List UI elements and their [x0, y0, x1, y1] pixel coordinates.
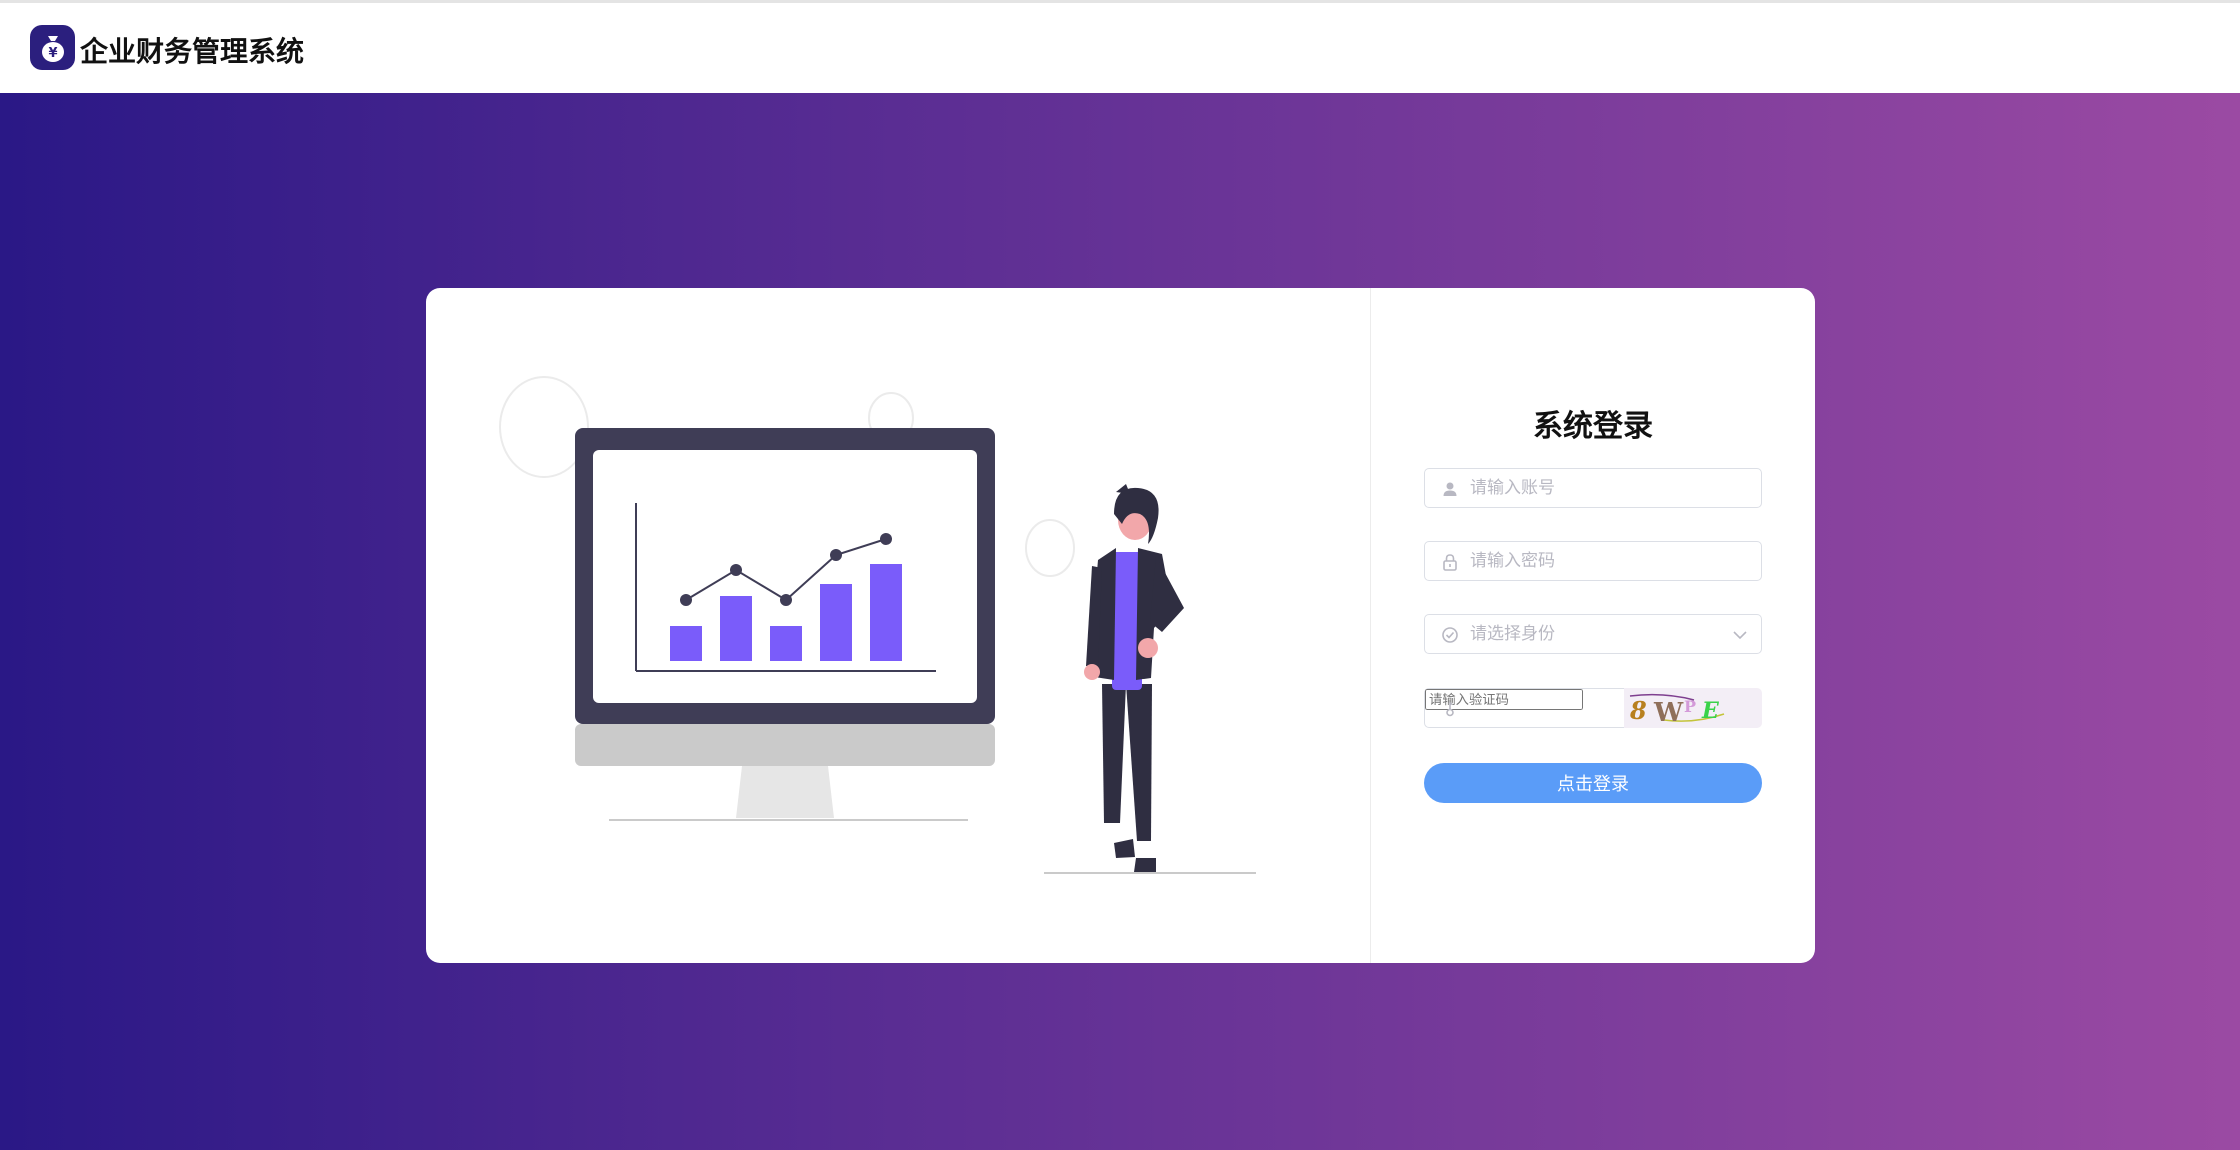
check-circle-icon — [1442, 627, 1458, 643]
illustration-point — [730, 564, 742, 576]
money-bag-icon: ¥ — [41, 35, 64, 62]
login-button[interactable]: 点击登录 — [1424, 763, 1762, 803]
illustration-point — [780, 594, 792, 606]
person-figure — [1044, 484, 1256, 874]
app-logo: ¥ — [30, 25, 75, 70]
illustration-bar — [820, 584, 852, 661]
svg-text:P: P — [1684, 697, 1696, 716]
login-card: 系统登录 请选择身份 — [426, 288, 1815, 963]
illustration-point — [880, 533, 892, 545]
chevron-down-icon[interactable] — [1731, 626, 1749, 644]
illustration-bar — [720, 596, 752, 661]
login-panel: 系统登录 请选择身份 — [1371, 288, 1815, 963]
monitor-screen — [593, 450, 977, 703]
role-select[interactable]: 请选择身份 — [1424, 614, 1762, 654]
user-icon — [1443, 482, 1457, 496]
role-select-placeholder: 请选择身份 — [1470, 624, 1555, 644]
app-title: 企业财务管理系统 — [80, 35, 305, 68]
app-header: ¥ 企业财务管理系统 — [0, 3, 2240, 93]
illustration-bar — [670, 626, 702, 661]
svg-text:E: E — [1701, 698, 1720, 724]
svg-text:¥: ¥ — [48, 46, 57, 61]
illustration-point — [680, 594, 692, 606]
illustration-bar — [870, 564, 902, 661]
illustration-bar — [770, 626, 802, 661]
login-title: 系统登录 — [1533, 409, 1653, 444]
monitor-chin — [575, 724, 995, 766]
key-icon — [1446, 702, 1454, 717]
svg-text:8: 8 — [1629, 696, 1647, 725]
captcha-image[interactable]: 8 W P E — [1624, 688, 1762, 728]
account-field[interactable] — [1424, 468, 1762, 508]
monitor-stand — [736, 766, 834, 818]
password-field[interactable] — [1424, 541, 1762, 581]
illustration-point — [830, 549, 842, 561]
captcha-field[interactable] — [1424, 688, 1624, 728]
illustration — [426, 288, 1370, 963]
svg-text:W: W — [1653, 698, 1684, 728]
lock-icon — [1443, 554, 1457, 571]
captcha-graphic: 8 W P E — [1629, 693, 1725, 728]
analytics-illustration — [499, 376, 1256, 874]
password-input[interactable] — [1470, 542, 1730, 580]
account-input[interactable] — [1470, 469, 1730, 507]
